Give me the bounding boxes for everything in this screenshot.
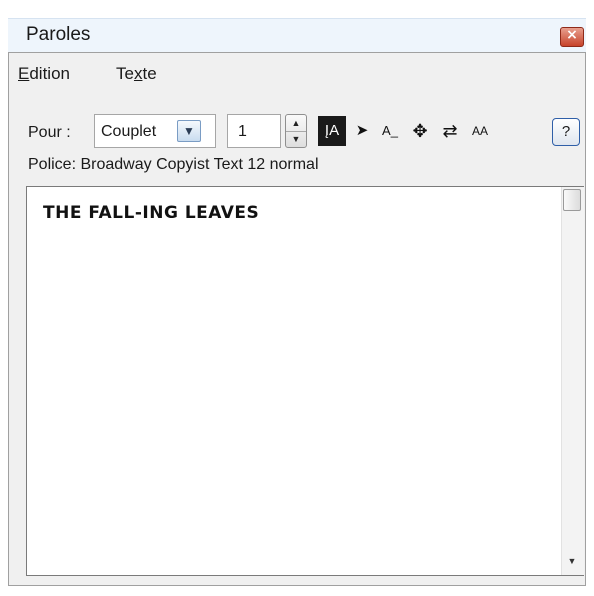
title-bar[interactable]: Paroles × xyxy=(8,18,586,53)
spin-down-icon[interactable]: ▼ xyxy=(286,131,306,147)
close-icon: × xyxy=(566,27,578,43)
select-arrow-tool-icon[interactable]: ➤ xyxy=(348,116,376,146)
chevron-down-icon[interactable]: ▼ xyxy=(177,120,201,142)
menu-edition-label: dition xyxy=(29,64,70,83)
menu-texte[interactable]: Texte xyxy=(116,64,157,84)
pour-label: Pour : xyxy=(28,124,71,141)
verse-number-input[interactable]: 1 xyxy=(227,114,281,148)
verse-type-value: Couplet xyxy=(101,123,157,140)
window-title: Paroles xyxy=(26,24,91,45)
lyrics-window: Paroles × Edition Texte Pour : Couplet ▼… xyxy=(0,0,594,596)
lyrics-line: THE FALL-ING LEAVES xyxy=(43,203,260,223)
menu-edition-accel: E xyxy=(18,64,30,83)
scrollbar-thumb[interactable] xyxy=(563,189,581,211)
vertical-scrollbar[interactable]: ▼ xyxy=(561,187,584,575)
menu-edition[interactable]: Edition xyxy=(18,64,70,84)
verse-number-value: 1 xyxy=(238,123,247,140)
scroll-down-icon[interactable]: ▼ xyxy=(562,551,582,571)
toolbar: Pour : Couplet ▼ 1 ▲ ▼ ĮA ➤ A_ ✥ ⇄ AA ? xyxy=(0,108,594,148)
menu-texte-label-start: Te xyxy=(116,64,134,83)
font-size-tool-icon[interactable]: AA xyxy=(466,116,494,146)
baseline-tool-icon[interactable]: A_ xyxy=(376,116,404,146)
spin-up-icon[interactable]: ▲ xyxy=(286,115,306,132)
font-info-label: Police: Broadway Copyist Text 12 normal xyxy=(28,156,319,173)
swap-tool-icon[interactable]: ⇄ xyxy=(436,116,464,146)
help-button[interactable]: ? xyxy=(552,118,580,146)
menu-texte-label-end: te xyxy=(142,64,157,83)
text-insert-tool-icon[interactable]: ĮA xyxy=(318,116,346,146)
close-button[interactable]: × xyxy=(560,27,584,47)
move-tool-icon[interactable]: ✥ xyxy=(406,116,434,146)
verse-number-stepper[interactable]: ▲ ▼ xyxy=(285,114,307,148)
verse-type-select[interactable]: Couplet ▼ xyxy=(94,114,216,148)
lyrics-text-area[interactable]: THE FALL-ING LEAVES ▼ xyxy=(26,186,584,576)
